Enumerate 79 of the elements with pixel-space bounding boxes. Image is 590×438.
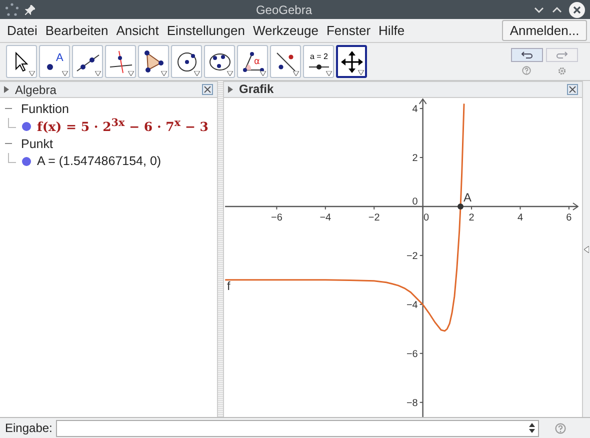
x-tick-label: 0 — [424, 212, 430, 224]
tool-button[interactable] — [105, 45, 136, 78]
menu-item[interactable]: Ansicht — [112, 23, 163, 38]
circle-icon — [174, 50, 198, 74]
dropdown-triangle-icon — [128, 71, 134, 76]
curve-label: f — [227, 278, 230, 293]
dropdown-triangle-icon — [95, 71, 101, 76]
menu-item[interactable]: Datei — [3, 23, 42, 38]
tool-button[interactable]: α — [237, 45, 268, 78]
window-title: GeoGebra — [254, 2, 314, 16]
tool-button[interactable] — [171, 45, 202, 78]
minimize-icon[interactable] — [533, 4, 545, 14]
expand-triangle-icon[interactable] — [584, 246, 589, 252]
pin-icon[interactable] — [25, 4, 35, 14]
y-tick-label: −6 — [406, 348, 418, 360]
dropdown-triangle-icon — [293, 71, 299, 76]
dropdown-triangle-icon — [62, 71, 68, 76]
menu-item[interactable]: Einstellungen — [162, 23, 249, 38]
point-marker[interactable] — [458, 203, 464, 210]
sign-in-button[interactable]: Anmelden... — [502, 20, 587, 41]
panel-title: Grafik — [239, 82, 275, 96]
tool-button[interactable] — [270, 45, 301, 78]
visibility-dot[interactable] — [22, 156, 31, 166]
spinner-icon[interactable] — [529, 423, 536, 433]
tool-button[interactable] — [204, 45, 235, 78]
close-icon[interactable] — [567, 84, 578, 95]
tree-branch-line — [8, 118, 16, 128]
menu-item[interactable]: Hilfe — [374, 23, 409, 38]
collapse-triangle-icon[interactable] — [228, 86, 233, 93]
point-definition[interactable]: A = (1.5474867154, 0) — [37, 154, 162, 168]
x-tick-label: −2 — [368, 212, 380, 224]
undo-button[interactable] — [511, 48, 543, 62]
category-label: Punkt — [21, 136, 53, 150]
input-field[interactable] — [56, 420, 540, 436]
menu-item[interactable]: Werkzeuge — [248, 23, 322, 38]
close-icon[interactable] — [202, 84, 213, 95]
y-tick-label: 2 — [412, 152, 418, 164]
x-tick-label: 6 — [566, 212, 572, 224]
tool-button[interactable] — [336, 45, 367, 78]
app-logo-icon — [5, 2, 19, 16]
y-tick-label: 4 — [412, 104, 418, 115]
undo-icon — [521, 50, 533, 58]
function-definition[interactable]: f(x) = 5 · 2$^{3x}$ − 6 · 7$^{x}$ − 3 — [37, 117, 208, 135]
tool-button[interactable] — [72, 45, 103, 78]
visibility-dot[interactable] — [22, 122, 31, 130]
x-tick-label: −4 — [320, 212, 332, 224]
x-tick-label: 4 — [517, 212, 523, 224]
category-label: Funktion — [21, 102, 69, 116]
y-tick-label: −2 — [406, 250, 418, 262]
dropdown-triangle-icon — [194, 71, 200, 76]
tool-button[interactable]: a = 2 — [303, 45, 334, 78]
panel-title: Algebra — [15, 82, 58, 96]
dropdown-triangle-icon — [260, 71, 266, 76]
perpendicular-lines-icon — [108, 50, 132, 74]
move-arrows-icon — [340, 50, 364, 74]
redo-icon — [556, 50, 568, 58]
reflect-line-icon — [274, 50, 298, 74]
menu-item[interactable]: Bearbeiten — [41, 23, 112, 38]
triangle-icon — [142, 50, 166, 74]
tool-button[interactable]: A — [39, 45, 70, 78]
close-icon[interactable] — [569, 2, 585, 18]
y-tick-label: 0 — [412, 196, 418, 208]
dropdown-triangle-icon — [326, 71, 332, 76]
x-tick-label: 2 — [468, 212, 474, 224]
y-tick-label: −4 — [406, 300, 418, 311]
dropdown-triangle-icon — [161, 71, 167, 76]
point-label: A — [464, 190, 472, 204]
dropdown-triangle-icon — [358, 70, 364, 75]
tree-branch-line — [8, 153, 16, 163]
x-tick-label: −6 — [271, 212, 282, 224]
y-tick-label: −8 — [406, 398, 418, 409]
dropdown-triangle-icon — [227, 71, 233, 76]
menu-item[interactable]: Fenster — [322, 23, 375, 38]
tool-button[interactable] — [6, 45, 37, 78]
collapse-triangle-icon[interactable] — [4, 86, 9, 93]
tool-button[interactable] — [138, 45, 169, 78]
maximize-icon[interactable] — [551, 4, 563, 14]
dropdown-triangle-icon — [29, 71, 35, 76]
input-label: Eingabe: — [5, 421, 52, 435]
